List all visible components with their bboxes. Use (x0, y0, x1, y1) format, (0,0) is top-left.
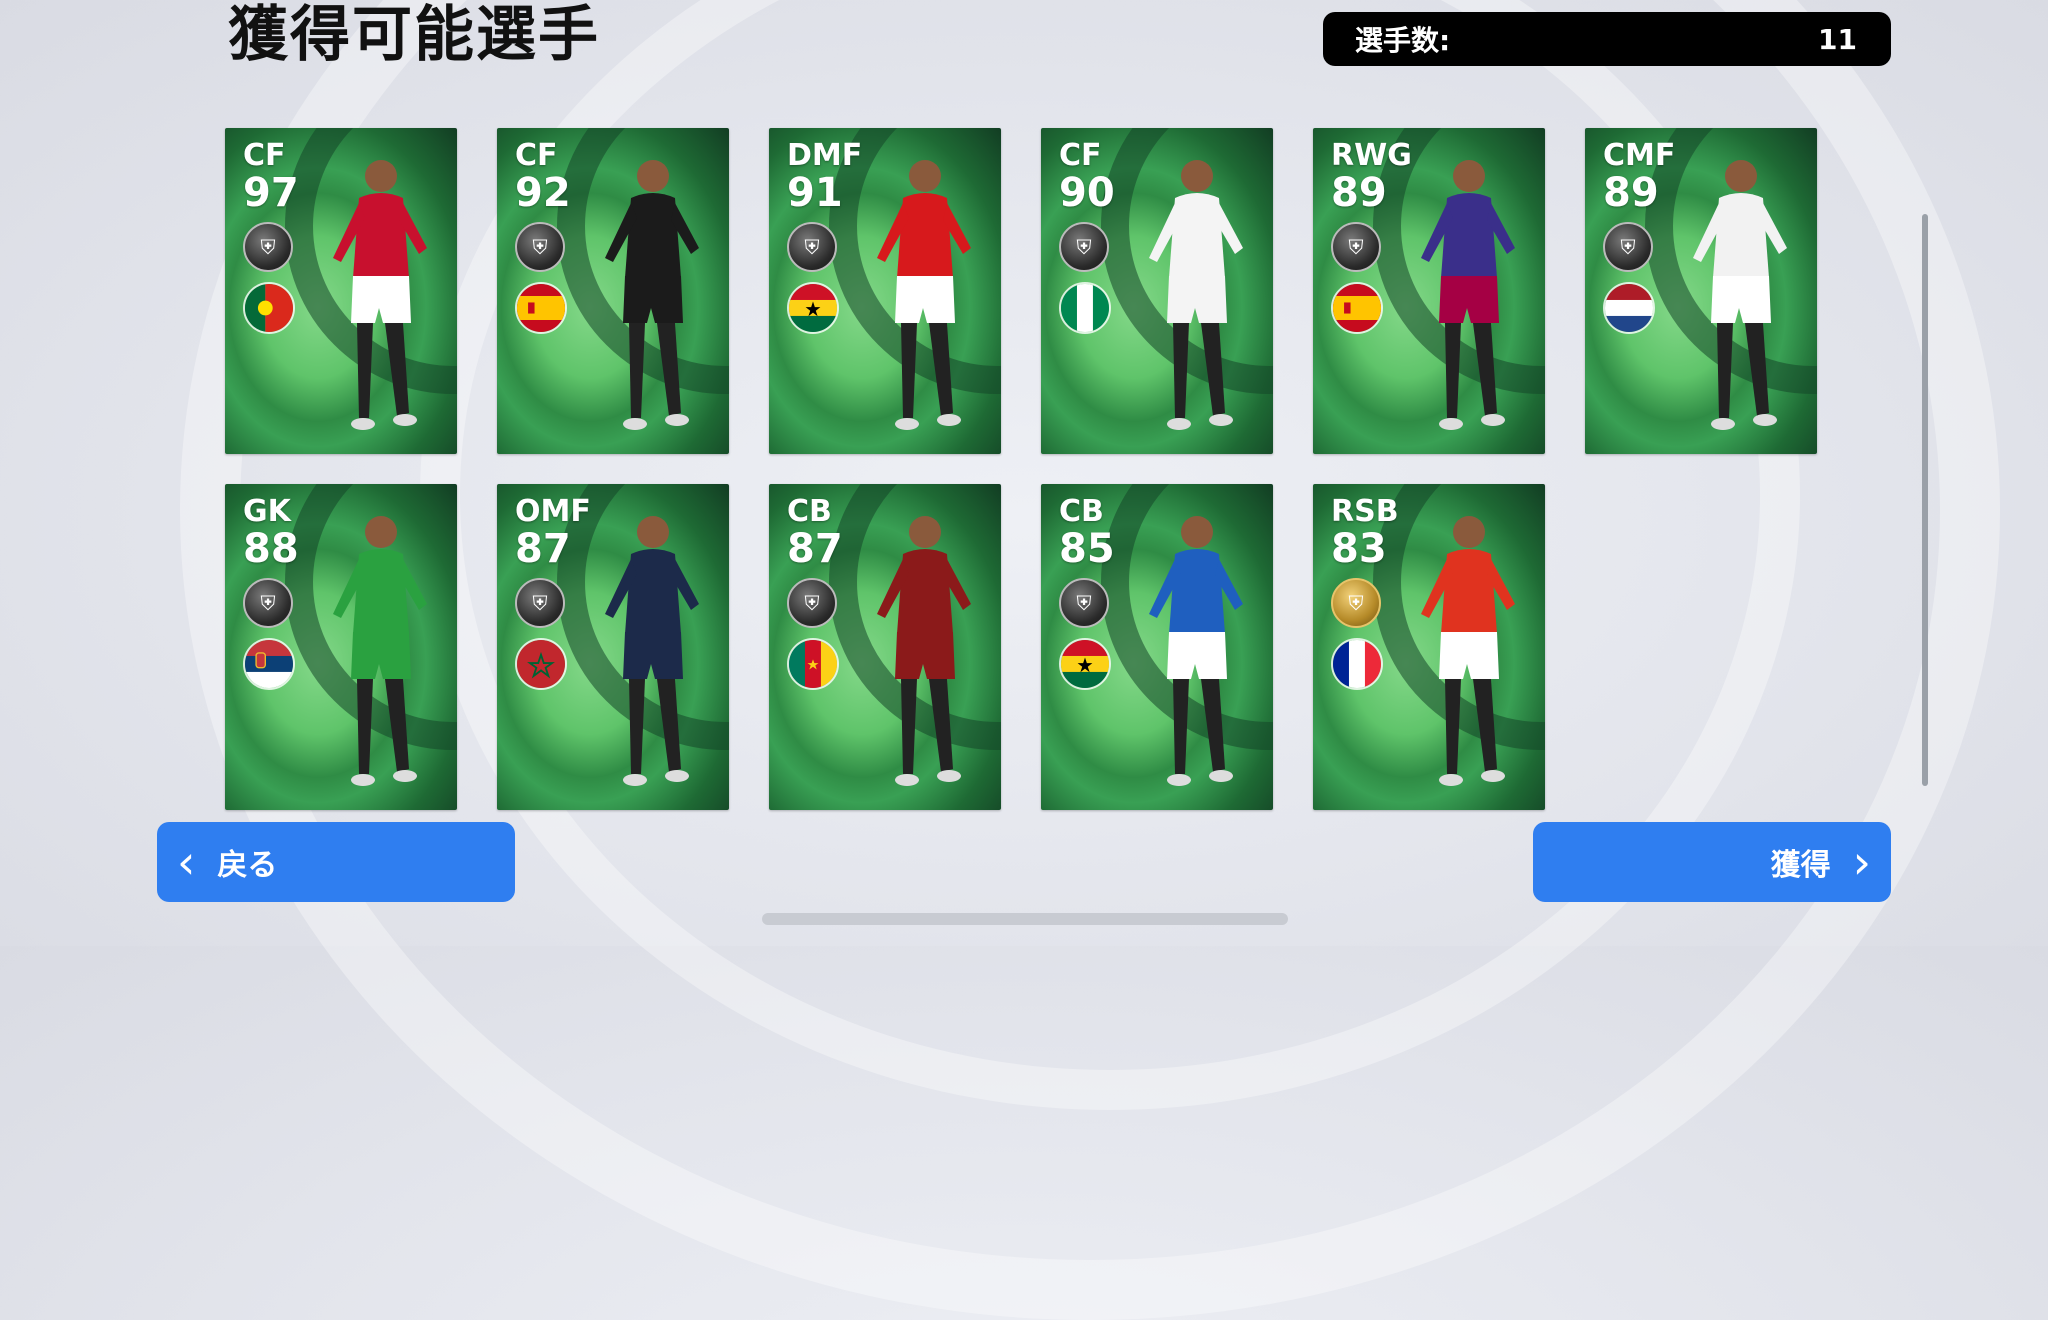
black-shield-icon: ⛨ (243, 222, 293, 272)
black-shield-icon: ⛨ (1603, 222, 1653, 272)
black-shield-icon: ⛨ (515, 578, 565, 628)
player-rating: 85 (1059, 526, 1115, 572)
player-rating: 83 (1331, 526, 1387, 572)
black-shield-icon: ⛨ (243, 578, 293, 628)
morocco-flag-icon (515, 638, 567, 690)
page-title: 獲得可能選手 (228, 0, 600, 70)
player-image (591, 504, 711, 804)
player-card[interactable]: RSB 83 ⛨ (1313, 484, 1545, 810)
player-card[interactable]: CF 92 ⛨ (497, 128, 729, 454)
player-card[interactable]: CB 87 ⛨ (769, 484, 1001, 810)
player-image (1679, 148, 1799, 448)
player-position: GK (243, 494, 291, 529)
player-rating: 87 (515, 526, 571, 572)
player-rating: 88 (243, 526, 299, 572)
player-image (319, 504, 439, 804)
black-shield-icon: ⛨ (787, 222, 837, 272)
player-rating: 89 (1603, 170, 1659, 216)
chevron-right-icon: › (1852, 835, 1871, 889)
player-position: OMF (515, 494, 591, 529)
player-image (1135, 504, 1255, 804)
player-card[interactable]: CF 97 ⛨ (225, 128, 457, 454)
player-card[interactable]: OMF 87 ⛨ (497, 484, 729, 810)
player-rating: 97 (243, 170, 299, 216)
player-image (1407, 148, 1527, 448)
black-shield-icon: ⛨ (515, 222, 565, 272)
player-position: RSB (1331, 494, 1399, 529)
acquire-button[interactable]: 獲得 › (1533, 822, 1891, 902)
player-rating: 91 (787, 170, 843, 216)
portugal-flag-icon (243, 282, 295, 334)
ghana-flag-icon (1059, 638, 1111, 690)
player-position: CF (515, 138, 558, 173)
player-card[interactable]: RWG 89 ⛨ (1313, 128, 1545, 454)
player-image (1407, 504, 1527, 804)
serbia-flag-icon (243, 638, 295, 690)
netherlands-flag-icon (1603, 282, 1655, 334)
spain-flag-icon (515, 282, 567, 334)
nigeria-flag-icon (1059, 282, 1111, 334)
black-shield-icon: ⛨ (787, 578, 837, 628)
player-rating: 92 (515, 170, 571, 216)
player-card[interactable]: CMF 89 ⛨ (1585, 128, 1817, 454)
black-shield-icon: ⛨ (1331, 222, 1381, 272)
player-position: CMF (1603, 138, 1676, 173)
player-position: CB (787, 494, 832, 529)
back-button-label: 戻る (217, 848, 278, 883)
scrollbar[interactable] (1922, 214, 1928, 786)
player-image (863, 504, 983, 804)
player-card[interactable]: CF 90 ⛨ (1041, 128, 1273, 454)
black-shield-icon: ⛨ (1059, 578, 1109, 628)
gold-shield-icon: ⛨ (1331, 578, 1381, 628)
home-indicator (762, 913, 1288, 925)
player-position: CB (1059, 494, 1104, 529)
player-position: CF (243, 138, 286, 173)
player-card[interactable]: GK 88 ⛨ (225, 484, 457, 810)
player-card[interactable]: DMF 91 ⛨ (769, 128, 1001, 454)
player-image (319, 148, 439, 448)
back-button[interactable]: ‹ 戻る (157, 822, 515, 902)
player-card[interactable]: CB 85 ⛨ (1041, 484, 1273, 810)
player-image (591, 148, 711, 448)
player-rating: 89 (1331, 170, 1387, 216)
cameroon-flag-icon (787, 638, 839, 690)
player-position: RWG (1331, 138, 1412, 173)
player-position: CF (1059, 138, 1102, 173)
chevron-left-icon: ‹ (177, 835, 196, 889)
black-shield-icon: ⛨ (1059, 222, 1109, 272)
player-count-value: 11 (1818, 22, 1857, 56)
player-position: DMF (787, 138, 863, 173)
spain-flag-icon (1331, 282, 1383, 334)
player-image (863, 148, 983, 448)
acquire-button-label: 獲得 (1770, 848, 1831, 883)
player-grid: CF 97 ⛨ CF 92 ⛨ DMF 91 ⛨ CF 90 ⛨ RWG 89 ⛨ CMF 89 ⛨ GK 88 ⛨ OM… (225, 128, 1825, 813)
player-rating: 90 (1059, 170, 1115, 216)
player-count-bar: 選手数: 11 (1323, 12, 1891, 66)
player-count-label: 選手数: (1355, 24, 1451, 57)
player-image (1135, 148, 1255, 448)
player-rating: 87 (787, 526, 843, 572)
france-flag-icon (1331, 638, 1383, 690)
ghana-flag-icon (787, 282, 839, 334)
